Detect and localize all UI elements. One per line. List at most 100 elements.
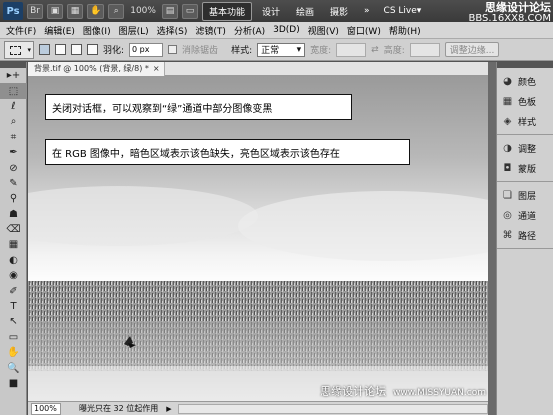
- type-tool-icon[interactable]: T: [0, 299, 27, 314]
- horizontal-scrollbar[interactable]: [177, 403, 488, 414]
- tools-panel: ▸+ ⬚ ℓ ⌕ ⌗ ✒ ⊘ ✎ ⚲ ☗ ⌫ ▦ ◐ ◉ ✐ T ↖ ▭ ✋ 🔍 ■: [0, 62, 27, 415]
- menu-item[interactable]: 分析(A): [234, 24, 265, 37]
- menu-item[interactable]: 图层(L): [119, 24, 149, 37]
- panel-button-styles[interactable]: ◈ 样式: [497, 111, 553, 131]
- panel-button-masks[interactable]: ◘ 蒙版: [497, 158, 553, 178]
- color-swatch-icon[interactable]: ■: [0, 376, 27, 391]
- panel-group: ❏ 图层 ◎ 通道 ⌘ 路径: [497, 182, 553, 249]
- lasso-tool-icon[interactable]: ℓ: [0, 99, 27, 114]
- tool-list: ▸+ ⬚ ℓ ⌕ ⌗ ✒ ⊘ ✎ ⚲ ☗ ⌫ ▦ ◐ ◉ ✐ T ↖ ▭ ✋ 🔍 ■: [0, 68, 27, 391]
- image-canvas[interactable]: 关闭对话框，可以观察到“绿”通道中部分图像变黑 在 RGB 图像中，暗色区域表示…: [28, 76, 488, 401]
- status-info[interactable]: 曝光只在 32 位起作用: [79, 403, 158, 414]
- menu-item[interactable]: 滤镜(T): [195, 24, 226, 37]
- intersect-selection-button[interactable]: [87, 44, 98, 55]
- dodge-tool-icon[interactable]: ◉: [0, 268, 27, 283]
- workspace-design[interactable]: 设计: [256, 3, 286, 20]
- antialias-checkbox[interactable]: [168, 45, 178, 54]
- menu-item[interactable]: 3D(D): [273, 25, 300, 35]
- panel-button-palette[interactable]: ◕ 颜色: [497, 71, 553, 91]
- zoom-level[interactable]: 100%: [128, 6, 158, 16]
- new-selection-button[interactable]: [39, 44, 50, 55]
- watermark-forum-url: www.MISSYUAN.com: [392, 388, 486, 398]
- grid-view-button[interactable]: ▦: [67, 3, 83, 19]
- panel-label: 调整: [518, 144, 537, 155]
- workspace-more[interactable]: »: [358, 4, 376, 18]
- move-tool-icon[interactable]: ▸+: [0, 68, 27, 83]
- subtract-selection-button[interactable]: [71, 44, 82, 55]
- menu-item[interactable]: 编辑(E): [44, 24, 75, 37]
- chevron-down-icon: ▾: [296, 44, 302, 55]
- screen-mode-button[interactable]: ▭: [181, 3, 198, 19]
- menu-item[interactable]: 文件(F): [6, 24, 36, 37]
- document-window: 背景.tif @ 100% (背景, 绿/8) * × 关闭对话框，可以观察到“…: [28, 61, 488, 415]
- swap-icon[interactable]: ⇄: [371, 45, 379, 55]
- menu-item[interactable]: 帮助(H): [389, 24, 421, 37]
- history-brush-tool-icon[interactable]: ☗: [0, 207, 27, 222]
- document-tab[interactable]: 背景.tif @ 100% (背景, 绿/8) * ×: [28, 61, 488, 76]
- minibridge-button[interactable]: ▣: [47, 3, 63, 19]
- clone-stamp-tool-icon[interactable]: ⚲: [0, 191, 27, 206]
- panel-button-adjustments[interactable]: ◑ 调整: [497, 138, 553, 158]
- close-icon[interactable]: ×: [153, 64, 160, 73]
- arrange-documents-button[interactable]: ▤: [161, 3, 178, 19]
- status-zoom-field[interactable]: 100%: [31, 402, 61, 415]
- annotation-observe-green-channel: 关闭对话框，可以观察到“绿”通道中部分图像变黑: [45, 94, 352, 120]
- menu-item[interactable]: 窗口(W): [347, 24, 381, 37]
- menu-item[interactable]: 选择(S): [157, 24, 188, 37]
- site-watermark: 思缘设计论坛 BBS.16XX8.COM: [468, 2, 551, 24]
- workspace-essentials[interactable]: 基本功能: [201, 1, 252, 21]
- pen-tool-icon[interactable]: ✐: [0, 283, 27, 298]
- palette-icon: ◕: [503, 75, 512, 87]
- brush-tool-icon[interactable]: ✎: [0, 176, 27, 191]
- panel-button-swatches[interactable]: ▦ 色板: [497, 91, 553, 111]
- panel-button-paths[interactable]: ⌘ 路径: [497, 225, 553, 245]
- quick-select-tool-icon[interactable]: ⌕: [0, 114, 27, 129]
- width-input[interactable]: [336, 42, 367, 57]
- crop-tool-icon[interactable]: ⌗: [0, 130, 27, 145]
- shape-tool-icon[interactable]: ▭: [0, 330, 27, 345]
- panel-label: 色板: [518, 97, 537, 108]
- collapsed-panels: ◕ 颜色 ▦ 色板 ◈ 样式 ◑ 调整 ◘ 蒙版 ❏ 图层 ◎ 通道 ⌘ 路径: [496, 62, 553, 415]
- tool-preset-picker[interactable]: ▾: [4, 40, 34, 59]
- healing-brush-tool-icon[interactable]: ⊘: [0, 160, 27, 175]
- hand-tool-icon[interactable]: ✋: [0, 345, 27, 360]
- watermark-forum-name: 思缘设计论坛: [320, 385, 387, 398]
- refine-edge-button[interactable]: 调整边缘...: [444, 42, 500, 57]
- application-bar: Ps Br ▣ ▦ ✋ ⌕ 100% ▤ ▭ 基本功能 设计 绘画 摄影 » C…: [0, 0, 553, 24]
- add-selection-button[interactable]: [55, 44, 66, 55]
- menu-item[interactable]: 视图(V): [308, 24, 339, 37]
- document-title-text: 背景.tif @ 100% (背景, 绿/8) *: [34, 64, 149, 73]
- gradient-tool-icon[interactable]: ▦: [0, 237, 27, 252]
- paths-icon: ⌘: [502, 229, 513, 241]
- vertical-scrollbar[interactable]: [488, 62, 496, 415]
- workspace-photography[interactable]: 摄影: [324, 3, 354, 20]
- cs-live-button[interactable]: CS Live▾: [384, 6, 422, 16]
- zoom-tool-icon[interactable]: 🔍: [0, 360, 27, 375]
- status-bar: 100% 曝光只在 32 位起作用 ▶: [28, 401, 488, 415]
- path-select-tool-icon[interactable]: ↖: [0, 314, 27, 329]
- style-select[interactable]: 正常 ▾: [257, 42, 306, 57]
- bridge-button[interactable]: Br: [27, 3, 43, 19]
- panel-button-channels[interactable]: ◎ 通道: [497, 205, 553, 225]
- panel-label: 图层: [518, 191, 537, 202]
- eyedropper-tool-icon[interactable]: ✒: [0, 145, 27, 160]
- watermark-title: 思缘设计论坛: [485, 1, 551, 14]
- workspace-painting[interactable]: 绘画: [290, 3, 320, 20]
- document-title[interactable]: 背景.tif @ 100% (背景, 绿/8) * ×: [28, 61, 165, 76]
- panel-label: 通道: [518, 211, 537, 222]
- channel-image: [28, 76, 488, 401]
- status-menu-arrow-icon[interactable]: ▶: [166, 405, 171, 413]
- marquee-tool-icon[interactable]: ⬚: [0, 83, 27, 99]
- annotation-rgb-explanation: 在 RGB 图像中，暗色区域表示该色缺失，亮色区域表示该色存在: [45, 139, 410, 165]
- blur-tool-icon[interactable]: ◐: [0, 253, 27, 268]
- menu-item[interactable]: 图像(I): [83, 24, 111, 37]
- hand-tool-button[interactable]: ✋: [87, 3, 105, 19]
- feather-input[interactable]: [129, 42, 164, 57]
- zoom-tool-button[interactable]: ⌕: [108, 3, 125, 19]
- panel-button-layers[interactable]: ❏ 图层: [497, 185, 553, 205]
- height-input[interactable]: [409, 42, 440, 57]
- forum-watermark: 思缘设计论坛 www.MISSYUAN.com: [320, 383, 486, 399]
- layers-icon: ❏: [503, 189, 512, 201]
- eraser-tool-icon[interactable]: ⌫: [0, 222, 27, 237]
- adjustments-icon: ◑: [503, 142, 512, 154]
